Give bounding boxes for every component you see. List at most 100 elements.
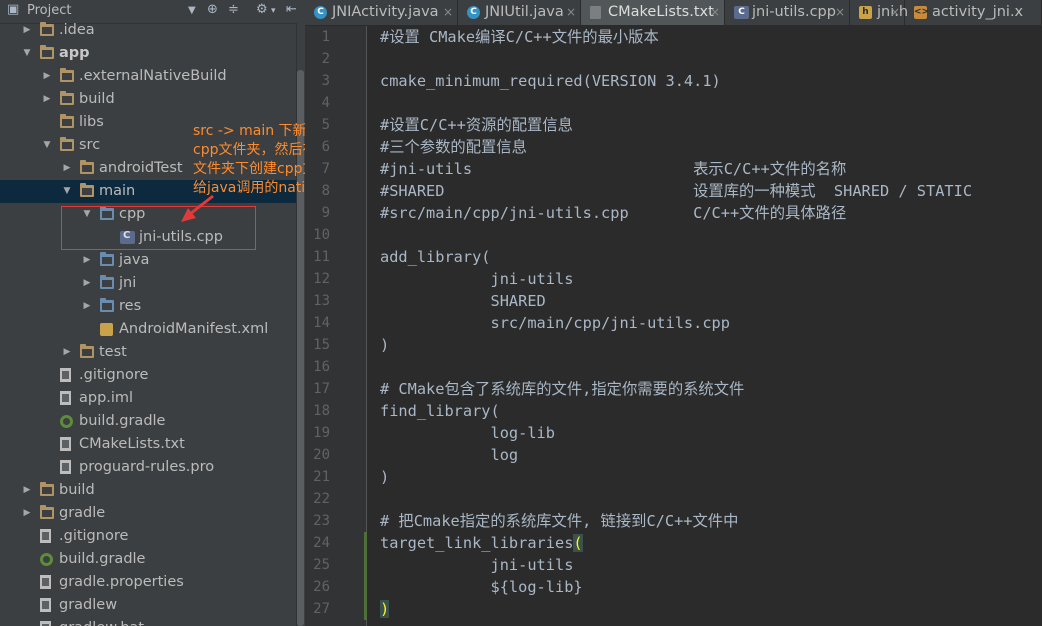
tree-item[interactable]: gradle.properties (0, 571, 296, 594)
tree-item[interactable]: AndroidManifest.xml (0, 318, 296, 341)
settings-gear-icon[interactable]: ⚙ (256, 2, 268, 17)
header-file-icon: h (859, 6, 872, 19)
code-line[interactable]: jni-utils (380, 554, 574, 576)
hide-panel-icon[interactable]: ⇤ (286, 2, 297, 17)
expand-arrow-icon[interactable]: ▶ (42, 88, 52, 111)
project-view-icon[interactable]: ▣ (7, 2, 19, 17)
code-line[interactable]: # 把Cmake指定的系统库文件, 链接到C/C++文件中 (380, 510, 738, 532)
expand-arrow-icon[interactable]: ▶ (82, 272, 92, 295)
expand-arrow-icon[interactable]: ▶ (82, 249, 92, 272)
editor-tab[interactable]: C JNIActivity.java × (305, 0, 458, 25)
manifest-file-icon (100, 323, 113, 336)
code-line[interactable]: #src/main/cpp/jni-utils.cpp C/C++文件的具体路径 (380, 202, 846, 224)
editor-tab[interactable]: CMakeLists.txt × (581, 0, 725, 25)
code-line[interactable]: target_link_libraries( (380, 532, 583, 554)
collapse-arrow-icon[interactable]: ▼ (42, 134, 52, 157)
expand-arrow-icon[interactable]: ▶ (62, 157, 72, 180)
editor-tab[interactable]: Cjni-utils.cpp × (725, 0, 850, 25)
collapse-all-icon[interactable]: ≑ (228, 2, 239, 17)
expand-arrow-icon[interactable]: ▶ (22, 19, 32, 42)
code-line[interactable]: SHARED (380, 290, 546, 312)
line-number: 15 (313, 337, 330, 353)
code-line[interactable]: #jni-utils 表示C/C++文件的名称 (380, 158, 846, 180)
expand-arrow-icon[interactable]: ▶ (42, 65, 52, 88)
file-icon (60, 368, 71, 382)
tree-item[interactable]: ▶ res (0, 295, 296, 318)
close-tab-icon[interactable]: × (835, 5, 845, 19)
tree-item[interactable]: CMakeLists.txt (0, 433, 296, 456)
code-line[interactable]: # CMake包含了系统库的文件,指定你需要的系统文件 (380, 378, 744, 400)
scroll-from-source-icon[interactable]: ⊕ (207, 2, 218, 17)
code-line[interactable]: log-lib (380, 422, 555, 444)
tree-item[interactable]: proguard-rules.pro (0, 456, 296, 479)
expand-arrow-icon[interactable]: ▶ (62, 341, 72, 364)
tree-item[interactable]: app.iml (0, 387, 296, 410)
code-line[interactable]: cmake_minimum_required(VERSION 3.4.1) (380, 70, 721, 92)
editor-tab-label: JNIActivity.java (332, 4, 439, 20)
tree-item[interactable]: gradlew (0, 594, 296, 617)
folder-icon (60, 68, 74, 82)
code-line[interactable]: jni-utils (380, 268, 574, 290)
close-tab-icon[interactable]: × (443, 5, 453, 19)
tree-item-label: AndroidManifest.xml (119, 321, 269, 337)
project-panel-title[interactable]: Project (27, 3, 71, 18)
line-number: 1 (321, 29, 330, 45)
tree-item[interactable]: .gitignore (0, 525, 296, 548)
code-line[interactable]: ${log-lib} (380, 576, 583, 598)
tree-item[interactable]: ▶ gradle (0, 502, 296, 525)
line-number: 5 (321, 117, 330, 133)
tree-item-label: main (99, 183, 136, 199)
tree-item[interactable]: ▶ .externalNativeBuild (0, 65, 296, 88)
line-number: 8 (321, 183, 330, 199)
code-line[interactable]: find_library( (380, 400, 500, 422)
line-number: 4 (321, 95, 330, 111)
tree-item[interactable]: ▶ java (0, 249, 296, 272)
code-line[interactable]: ) (380, 598, 390, 620)
editor-tab[interactable]: h jni.h × (850, 0, 908, 25)
editor-tab[interactable]: <> activity_jni.x (905, 0, 1042, 25)
tree-item-label: gradle (59, 505, 106, 521)
tree-item[interactable]: ▶ .idea (0, 19, 296, 42)
folder-icon (40, 22, 54, 36)
tree-item-label: build.gradle (59, 551, 146, 567)
code-line[interactable]: src/main/cpp/jni-utils.cpp (380, 312, 730, 334)
code-line[interactable]: #设置C/C++资源的配置信息 (380, 114, 573, 136)
expand-arrow-icon[interactable]: ▶ (82, 295, 92, 318)
code-line[interactable]: #设置 CMake编译C/C++文件的最小版本 (380, 26, 659, 48)
collapse-arrow-icon[interactable]: ▼ (62, 180, 72, 203)
tree-item-label: src (79, 137, 101, 153)
code-line[interactable]: ) (380, 334, 389, 356)
tree-item[interactable]: ▶ jni (0, 272, 296, 295)
tree-item[interactable]: ▶ test (0, 341, 296, 364)
settings-dropdown-icon[interactable]: ▾ (271, 6, 276, 16)
line-number: 2 (321, 51, 330, 67)
view-dropdown-icon[interactable]: ▼ (188, 5, 196, 16)
line-number: 25 (313, 557, 330, 573)
tree-item[interactable]: ▼ app (0, 42, 296, 65)
close-tab-icon[interactable]: × (710, 5, 720, 19)
editor-tab[interactable]: C JNIUtil.java × (458, 0, 581, 25)
code-line[interactable]: log (380, 444, 519, 466)
expand-arrow-icon[interactable]: ▶ (22, 502, 32, 525)
code-line[interactable]: #SHARED 设置库的一种模式 SHARED / STATIC (380, 180, 972, 202)
tree-item[interactable]: ▶ build (0, 88, 296, 111)
line-number: 24 (313, 535, 330, 551)
tree-item-label: build (79, 91, 115, 107)
close-tab-icon[interactable]: × (890, 5, 900, 19)
java-class-icon: C (314, 6, 327, 19)
tree-item[interactable]: build.gradle (0, 410, 296, 433)
close-tab-icon[interactable]: × (566, 5, 576, 19)
code-line[interactable]: add_library( (380, 246, 491, 268)
code-line[interactable]: ) (380, 466, 389, 488)
folder-icon (60, 91, 74, 105)
tree-item[interactable]: ▶ build (0, 479, 296, 502)
tree-item[interactable]: gradlew.bat (0, 617, 296, 626)
code-line[interactable]: #三个参数的配置信息 (380, 136, 527, 158)
tree-item-label: app.iml (79, 390, 134, 406)
line-number: 3 (321, 73, 330, 89)
tree-item[interactable]: .gitignore (0, 364, 296, 387)
expand-arrow-icon[interactable]: ▶ (22, 479, 32, 502)
collapse-arrow-icon[interactable]: ▼ (22, 42, 32, 65)
line-number: 10 (313, 227, 330, 243)
tree-item[interactable]: build.gradle (0, 548, 296, 571)
